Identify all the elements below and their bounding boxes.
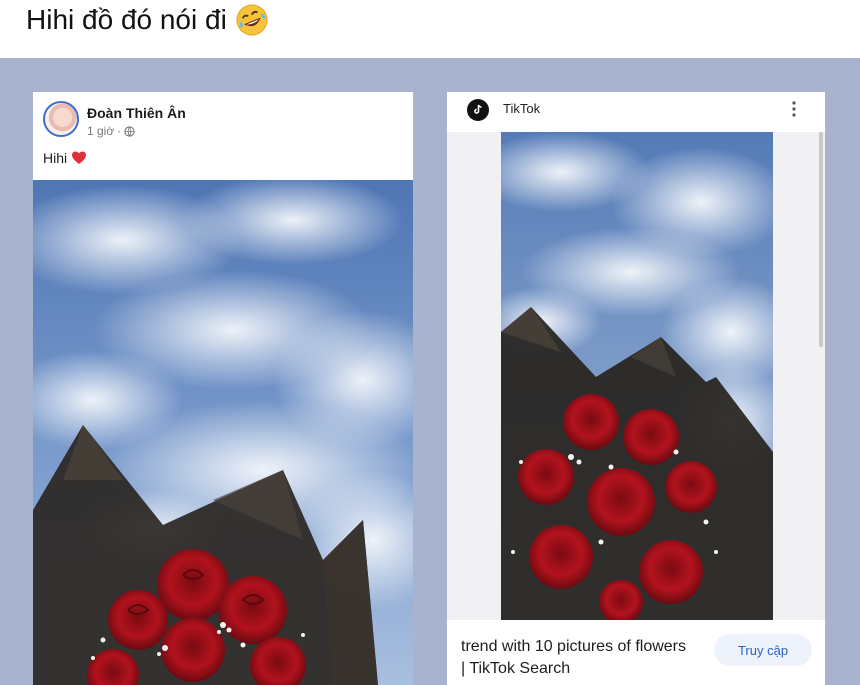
tiktok-footer: trend with 10 pictures of flowers | TikT…	[447, 620, 825, 685]
tiktok-preview	[447, 132, 825, 620]
caption: Hihi đồ đó nói đi	[26, 0, 269, 40]
post-photo[interactable]	[33, 180, 413, 685]
post-time[interactable]: 1 giờ	[87, 124, 114, 138]
red-heart-icon	[71, 150, 87, 166]
visit-button[interactable]: Truy cập	[714, 634, 812, 666]
author-name[interactable]: Đoàn Thiên Ân	[87, 105, 186, 121]
post-text: Hihi	[43, 150, 87, 166]
result-title[interactable]: trend with 10 pictures of flowers | TikT…	[461, 636, 691, 680]
tiktok-result-card: TikTok trend with 10 pictures of flowers…	[447, 92, 825, 685]
laughing-emoji-icon	[235, 3, 269, 37]
kebab-menu-icon[interactable]	[791, 100, 797, 118]
tiktok-source-name[interactable]: TikTok	[503, 101, 540, 116]
globe-icon	[124, 125, 135, 137]
tiktok-preview-image[interactable]	[501, 132, 773, 620]
avatar[interactable]	[43, 101, 79, 137]
post-text-content: Hihi	[43, 150, 68, 166]
caption-text: Hihi đồ đó nói đi	[26, 4, 227, 35]
facebook-post-card: Đoàn Thiên Ân 1 giờ · Hihi	[33, 92, 413, 685]
post-header: Đoàn Thiên Ân 1 giờ · Hihi	[33, 92, 413, 180]
tiktok-header: TikTok	[447, 92, 825, 132]
meta-separator: ·	[117, 124, 122, 138]
screenshot-collage: Đoàn Thiên Ân 1 giờ · Hihi TikTok trend …	[0, 58, 860, 685]
tiktok-logo-icon	[467, 99, 489, 121]
scrollbar[interactable]	[819, 132, 823, 347]
post-meta: 1 giờ ·	[87, 124, 135, 138]
